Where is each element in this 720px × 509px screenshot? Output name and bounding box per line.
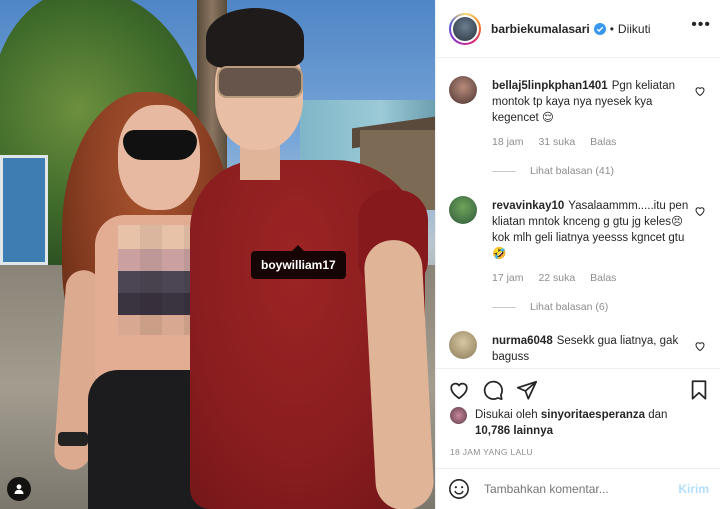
replies-divider	[492, 306, 516, 308]
comment-like-count[interactable]: 31 suka	[538, 136, 575, 148]
commenter-username[interactable]: nurma6048	[492, 335, 553, 347]
comment-list[interactable]: bellaj5linpkphan1401 Pgn keliatan montok …	[436, 58, 720, 368]
comment-input[interactable]	[484, 482, 679, 496]
view-replies-label: Lihat balasan (41)	[530, 165, 615, 177]
photo-user-tag-label: boywilliam17	[261, 258, 336, 272]
heart-icon[interactable]	[694, 339, 706, 352]
instagram-post-modal: boywilliam17 barbiekumalasari • Diikuti …	[0, 0, 720, 509]
comment-body: nurma6048 Sesekk gua liatnya, gak baguss	[492, 333, 692, 365]
post-header: barbiekumalasari • Diikuti •••	[436, 0, 720, 58]
liker-avatar[interactable]	[450, 407, 467, 424]
post-actions: Disukai oleh sinyoritaesperanza dan 10,7…	[436, 368, 720, 468]
likes-summary: Disukai oleh sinyoritaesperanza dan 10,7…	[450, 407, 705, 439]
likes-text: Disukai oleh sinyoritaesperanza dan 10,7…	[475, 407, 705, 439]
comment-body: revavinkay10 Yasalaammm.....itu pen kliat…	[492, 198, 692, 262]
replies-divider	[492, 170, 516, 172]
comment-item: revavinkay10 Yasalaammm.....itu pen kliat…	[449, 196, 714, 326]
post-timestamp[interactable]: 18 JAM YANG LALU	[450, 447, 533, 457]
photo-man-hair	[206, 8, 304, 68]
heart-icon[interactable]	[694, 204, 706, 217]
view-replies-button[interactable]: Lihat balasan (6)	[492, 301, 608, 313]
reply-button[interactable]: Balas	[590, 136, 616, 148]
view-replies-button[interactable]: Lihat balasan (41)	[492, 165, 614, 177]
photo-man-sunglasses	[217, 66, 303, 98]
author-username[interactable]: barbiekumalasari	[491, 22, 590, 36]
more-options-icon[interactable]: •••	[691, 16, 711, 34]
commenter-avatar[interactable]	[449, 331, 477, 359]
comment-meta: 18 jam 31 suka Balas	[492, 136, 628, 148]
comment-composer: Kirim	[436, 468, 720, 509]
photo-watch	[58, 432, 88, 446]
emoji-icon[interactable]	[448, 478, 470, 500]
comment-item: bellaj5linpkphan1401 Pgn keliatan montok …	[449, 76, 714, 196]
comment-icon[interactable]	[482, 379, 504, 401]
comment-meta: 17 jam 22 suka Balas	[492, 272, 628, 284]
reply-button[interactable]: Balas	[590, 272, 616, 284]
comment-time: 17 jam	[492, 272, 524, 284]
heart-icon[interactable]	[448, 379, 470, 401]
heart-icon[interactable]	[694, 84, 706, 97]
likes-connector: dan	[648, 409, 668, 421]
follow-status-button[interactable]: Diikuti	[618, 22, 651, 36]
view-replies-label: Lihat balasan (6)	[530, 301, 609, 313]
header-separator: •	[609, 21, 614, 36]
photo-user-tag[interactable]: boywilliam17	[251, 245, 346, 279]
liker-username[interactable]: sinyoritaesperanza	[541, 409, 645, 421]
comment-body: bellaj5linpkphan1401 Pgn keliatan montok …	[492, 78, 692, 126]
comment-item: nurma6048 Sesekk gua liatnya, gak baguss	[449, 331, 714, 368]
comment-like-count[interactable]: 22 suka	[538, 272, 575, 284]
photo-sign-booth	[0, 155, 48, 265]
commenter-username[interactable]: bellaj5linpkphan1401	[492, 80, 608, 92]
person-tag-icon[interactable]	[7, 477, 31, 501]
author-avatar[interactable]	[449, 12, 481, 45]
photo-woman-sunglasses	[123, 130, 197, 160]
send-comment-button[interactable]: Kirim	[678, 482, 709, 496]
post-side-panel: barbiekumalasari • Diikuti ••• bellaj5li…	[435, 0, 720, 509]
likes-count-button[interactable]: 10,786 lainnya	[475, 425, 553, 437]
verified-badge-icon	[593, 22, 606, 35]
commenter-avatar[interactable]	[449, 196, 477, 224]
commenter-avatar[interactable]	[449, 76, 477, 104]
likes-prefix: Disukai oleh	[475, 409, 538, 421]
post-photo[interactable]: boywilliam17	[0, 0, 435, 509]
bookmark-icon[interactable]	[688, 379, 710, 401]
comment-time: 18 jam	[492, 136, 524, 148]
share-icon[interactable]	[516, 379, 538, 401]
commenter-username[interactable]: revavinkay10	[492, 200, 564, 212]
